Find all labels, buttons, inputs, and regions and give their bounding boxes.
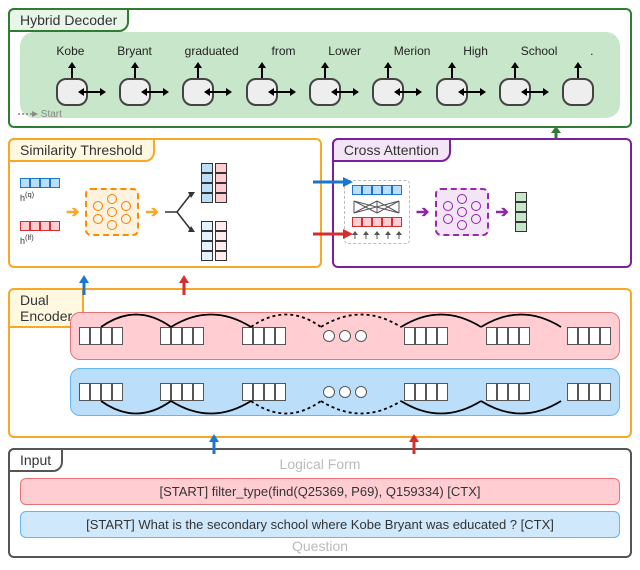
decoder-token: Kobe [56, 44, 84, 58]
cross-attention-title: Cross Attention [332, 138, 451, 162]
bidirectional-arrow-icon [331, 87, 359, 97]
cross-attention-block: Cross Attention ➔ [332, 138, 632, 268]
similarity-threshold-title: Similarity Threshold [8, 138, 155, 162]
start-arrow-icon [18, 110, 38, 118]
decoder-cell [246, 78, 278, 106]
h-q-label: h(q) [20, 190, 60, 203]
arrow-dual-to-sim-red-icon [178, 275, 190, 295]
decoder-token: graduated [185, 44, 239, 58]
up-arrow-icon [383, 62, 393, 78]
arrow-right-icon: ➔ [66, 202, 79, 222]
out-blue-vec [201, 163, 213, 203]
decoder-inner: Kobe Bryant graduated from Lower Merion … [20, 32, 620, 118]
bidirectional-arrow-icon [204, 87, 232, 97]
decoder-cell [436, 78, 468, 106]
similarity-threshold-block: Similarity Threshold h(q) h(lf) ➔ [8, 138, 322, 268]
arrow-right-icon: ➔ [495, 202, 508, 222]
up-arrow-icon [67, 62, 77, 78]
hybrid-decoder-block: Hybrid Decoder Kobe Bryant graduated fro… [8, 8, 632, 128]
decoder-cells-row [30, 78, 610, 106]
decoder-token: Bryant [117, 44, 152, 58]
decoder-token: School [521, 44, 558, 58]
similarity-nn [85, 188, 139, 236]
hybrid-decoder-title: Hybrid Decoder [8, 8, 129, 32]
cross-output-vec [515, 192, 527, 232]
arrow-dual-to-sim-blue-icon [78, 275, 90, 295]
dual-encoder-block: Dual Encoder [8, 288, 632, 438]
decoder-cell [119, 78, 151, 106]
decoder-cell [309, 78, 341, 106]
decoder-token: . [590, 44, 593, 58]
bidirectional-arrow-icon [78, 87, 106, 97]
up-arrow-icon [510, 62, 520, 78]
up-arrow-icon [573, 62, 583, 78]
encoder-band-lf [70, 312, 620, 360]
bidirectional-arrow-icon [268, 87, 296, 97]
logical-form-text: [START] filter_type(find(Q25369, P69), Q… [20, 478, 620, 505]
decoder-cell [182, 78, 214, 106]
h-q-vector [20, 178, 60, 188]
input-block: Input Logical Form [START] filter_type(f… [8, 448, 632, 558]
start-label: Start [18, 109, 62, 120]
logical-form-label: Logical Form [280, 456, 361, 472]
arrow-sim-to-cross-blue-icon [313, 176, 353, 188]
up-arrow-icon [130, 62, 140, 78]
decoder-token-row: Kobe Bryant graduated from Lower Merion … [30, 38, 610, 58]
encoder-band-q [70, 368, 620, 416]
bidirectional-arrow-icon [521, 87, 549, 97]
up-arrow-icon [193, 62, 203, 78]
arrow-sim-to-cross-red-icon [313, 228, 353, 240]
up-arrow-icon [447, 62, 457, 78]
attention-matrix [344, 180, 410, 244]
question-text: [START] What is the secondary school whe… [20, 511, 620, 538]
bidirectional-arrow-icon [394, 87, 422, 97]
arrow-input-to-dual-red-icon [408, 434, 420, 454]
bidirectional-arrow-icon [458, 87, 486, 97]
input-title: Input [8, 448, 63, 472]
output-vectors [201, 163, 227, 261]
decoder-cell [372, 78, 404, 106]
arrow-right-icon: ➔ [145, 202, 158, 222]
out-red-faded-vec [215, 221, 227, 261]
decoder-cell [56, 78, 88, 106]
question-label: Question [292, 538, 348, 554]
h-lf-label: h(lf) [20, 233, 60, 246]
encoder-arcs-icon [71, 307, 619, 327]
h-lf-vector [20, 221, 60, 231]
decoder-cell [499, 78, 531, 106]
decoder-token: Lower [328, 44, 361, 58]
split-icon [165, 182, 195, 242]
decoder-token: High [463, 44, 488, 58]
attention-links-icon [349, 199, 405, 213]
out-blue-faded-vec [201, 221, 213, 261]
decoder-token: from [272, 44, 296, 58]
decoder-token: Merion [394, 44, 431, 58]
up-arrows-icon [349, 231, 405, 239]
up-arrow-icon [320, 62, 330, 78]
bidirectional-arrow-icon [141, 87, 169, 97]
arrow-right-icon: ➔ [416, 202, 429, 222]
cross-attention-nn [435, 188, 489, 236]
up-arrow-icon [257, 62, 267, 78]
encoder-arcs-icon [71, 401, 619, 421]
input-vectors: h(q) h(lf) [20, 178, 60, 246]
out-red-vec [215, 163, 227, 203]
arrow-input-to-dual-blue-icon [208, 434, 220, 454]
start-label-text: Start [41, 109, 62, 120]
decoder-cell [562, 78, 594, 106]
